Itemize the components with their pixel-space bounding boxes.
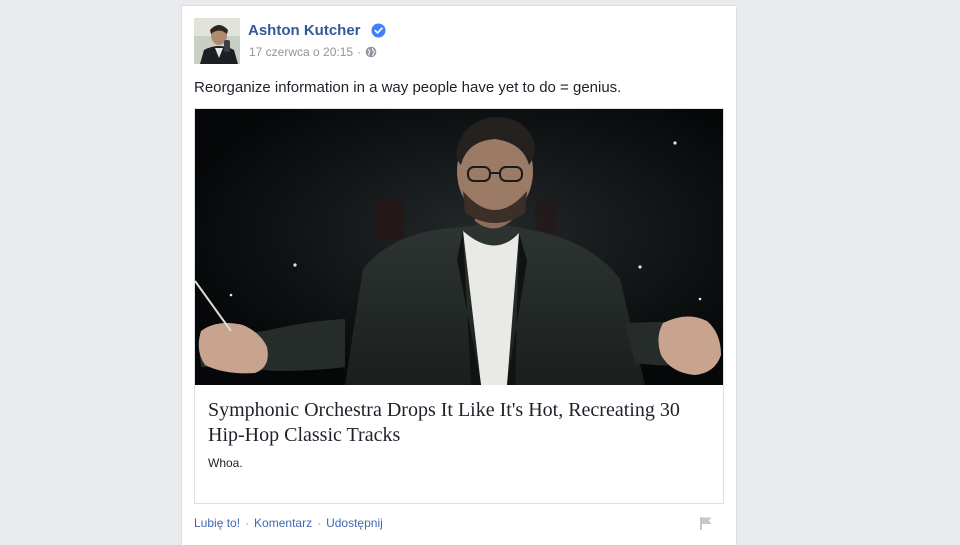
- comment-button[interactable]: Komentarz: [254, 516, 312, 530]
- feed-post: Ashton Kutcher 17 czerwca o 20:15 · Reorg…: [181, 5, 737, 545]
- post-actions: Lubię to! · Komentarz · Udostępnij: [194, 516, 383, 530]
- author-name[interactable]: Ashton Kutcher: [248, 22, 361, 39]
- link-preview-description: Whoa.: [208, 456, 243, 470]
- flag-icon[interactable]: [698, 515, 714, 531]
- avatar[interactable]: [194, 18, 240, 64]
- post-timestamp[interactable]: 17 czerwca o 20:15: [249, 45, 353, 59]
- verified-badge-icon: [371, 23, 386, 38]
- link-preview-image[interactable]: [195, 109, 723, 385]
- action-separator: ·: [317, 516, 322, 530]
- link-preview-title[interactable]: Symphonic Orchestra Drops It Like It's H…: [208, 398, 713, 448]
- share-button[interactable]: Udostępnij: [326, 516, 383, 530]
- link-preview-card[interactable]: Symphonic Orchestra Drops It Like It's H…: [194, 108, 724, 504]
- meta-separator: ·: [357, 45, 362, 59]
- post-meta: 17 czerwca o 20:15 ·: [249, 45, 377, 59]
- action-separator: ·: [245, 516, 250, 530]
- post-text: Reorganize information in a way people h…: [194, 79, 622, 96]
- avatar-image: [194, 18, 240, 64]
- globe-icon[interactable]: [365, 46, 377, 58]
- like-button[interactable]: Lubię to!: [194, 516, 240, 530]
